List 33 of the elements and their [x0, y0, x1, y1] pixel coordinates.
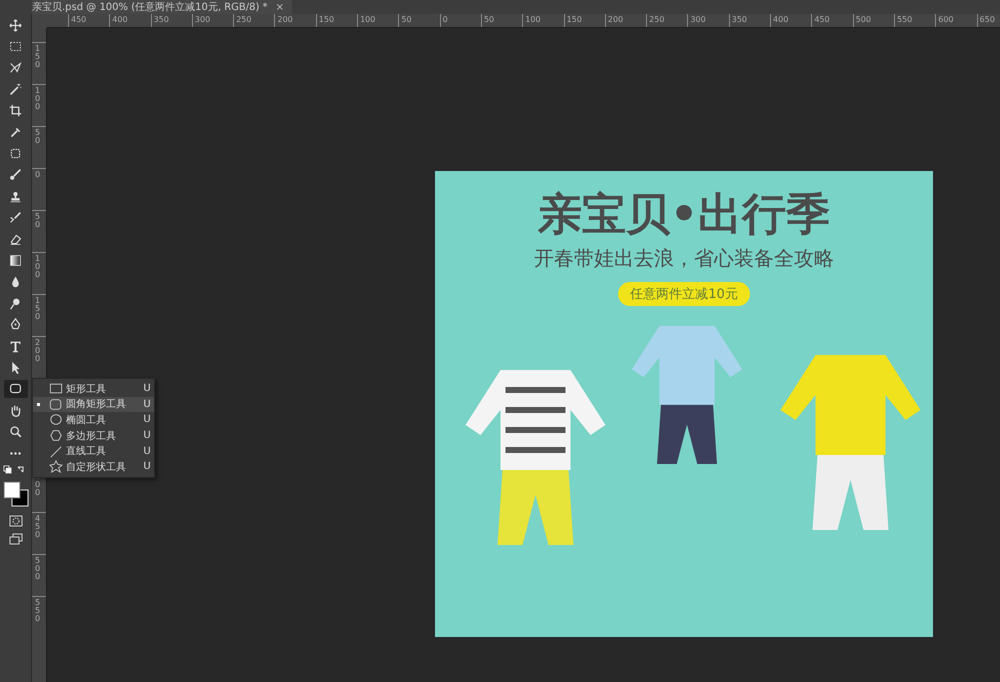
eyedropper-icon [9, 126, 22, 139]
banner-title: 亲宝贝•出行季 [538, 189, 830, 241]
zoom-icon [9, 425, 22, 438]
lasso-icon [9, 61, 22, 74]
eraser-icon [9, 232, 22, 246]
magic-wand-icon [9, 82, 22, 96]
menu-item[interactable]: 圆角矩形工具 U [33, 396, 154, 412]
rounded-rectangle-icon [49, 398, 63, 411]
gradient-square-icon [9, 254, 22, 267]
line-icon [49, 444, 63, 458]
move-arrows-icon [9, 18, 22, 32]
rounded-rectangle-icon [9, 382, 22, 396]
crop-icon [9, 104, 22, 118]
document-tab[interactable]: 亲宝贝.psd @ 100% (任意两件立减10元, RGB/8) * × [32, 0, 292, 14]
dodge-icon [9, 296, 22, 310]
dashed-rectangle-icon [9, 40, 22, 54]
tool-button[interactable] [4, 380, 28, 398]
pen-nib-icon [9, 318, 22, 332]
custom-shape-icon [49, 460, 63, 474]
screen-mode-icon[interactable] [8, 533, 22, 546]
hexagon-icon [49, 429, 63, 442]
horizontal-ruler: 450 400 350 300 250 200 150 100 50 0 50 100 150 200 250 300 350 400 450 500 550 600 650 [47, 14, 1000, 28]
history-brush-icon [9, 211, 22, 224]
quick-mask-icon[interactable] [8, 515, 22, 528]
ellipse-icon [49, 413, 63, 426]
hand-icon [9, 404, 22, 417]
brush-icon [9, 168, 22, 182]
rectangle-icon [49, 382, 63, 396]
type-tool-icon [9, 340, 22, 353]
color-swatches-icon[interactable] [2, 480, 30, 508]
discount-badge: 任意两件立减10元 [618, 282, 750, 306]
banner-subtitle: 开春带娃出去浪，省心装备全攻略 [534, 245, 834, 272]
stamp-icon [9, 190, 22, 203]
